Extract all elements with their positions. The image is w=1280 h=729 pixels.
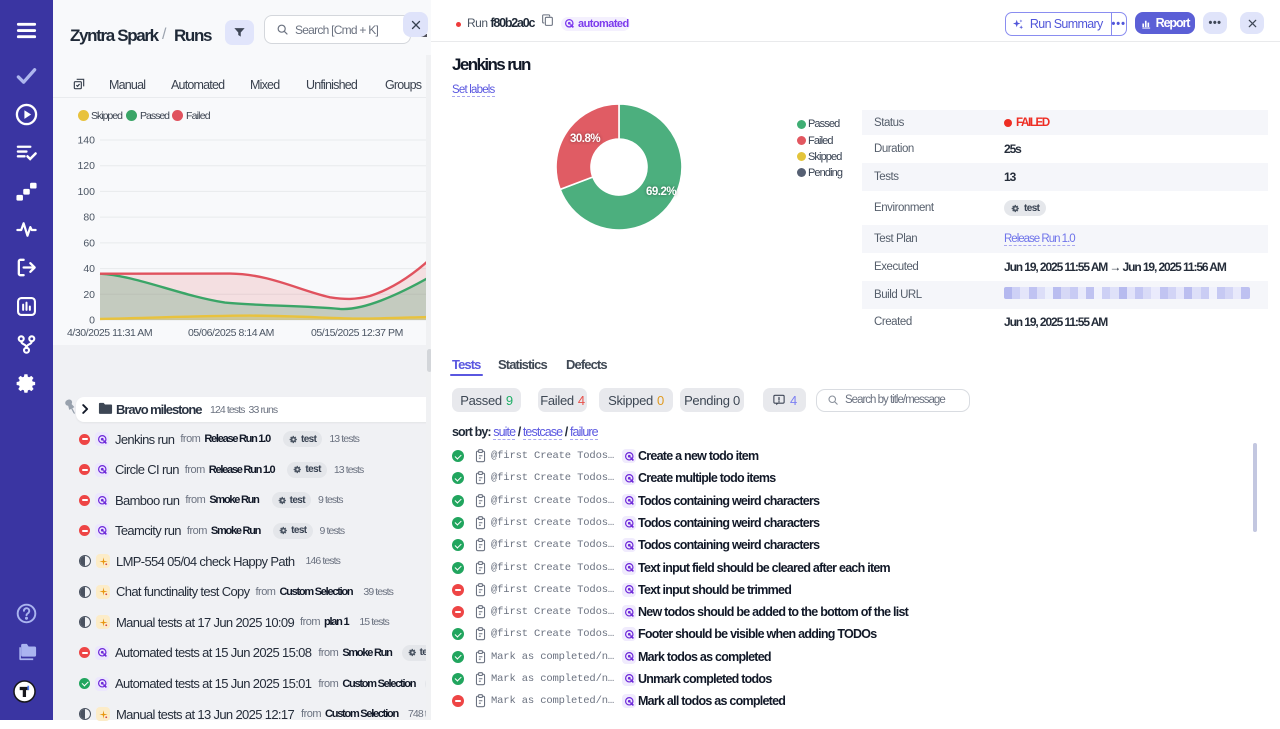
svg-text:60: 60 [83,237,95,249]
svg-text:80: 80 [83,212,95,224]
svg-text:120: 120 [77,160,95,172]
svg-text:140: 140 [77,135,95,147]
svg-text:100: 100 [77,186,95,198]
svg-text:20: 20 [83,289,95,301]
svg-text:40: 40 [83,263,95,275]
svg-text:0: 0 [89,315,95,327]
